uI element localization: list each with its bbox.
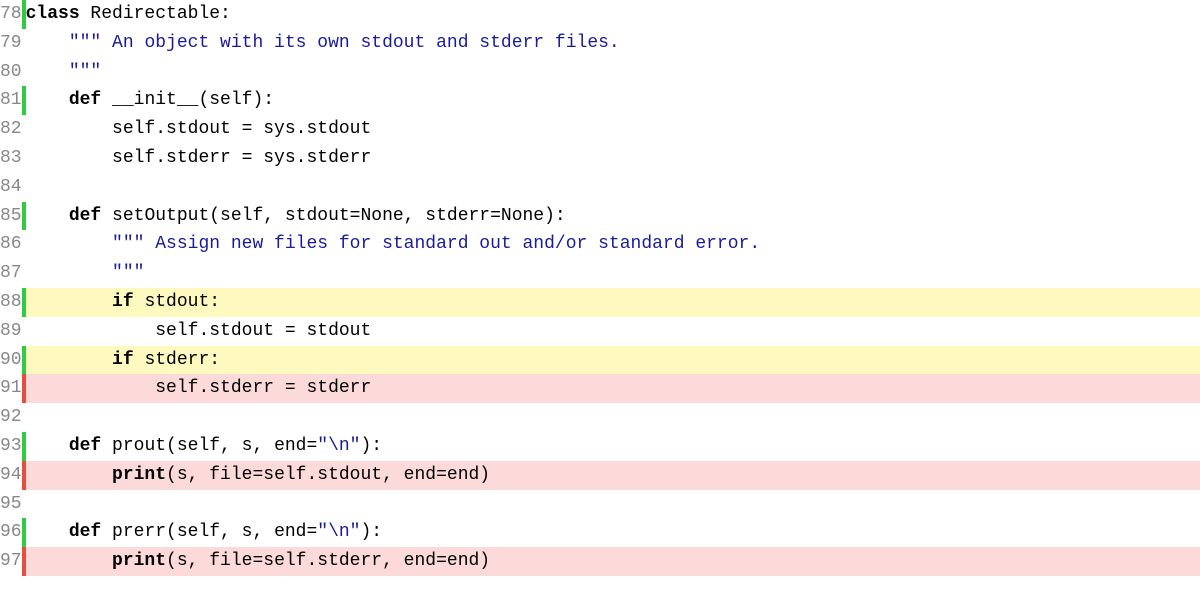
code-content: def prerr(self, s, end="\n"): bbox=[26, 518, 1200, 547]
line-number: 91 bbox=[0, 374, 22, 403]
code-content: class Redirectable: bbox=[26, 0, 1200, 29]
code-content bbox=[26, 490, 1200, 519]
code-content: """ bbox=[26, 259, 1200, 288]
code-line: 80 """ bbox=[0, 58, 1200, 87]
code-line: 91 self.stderr = stderr bbox=[0, 374, 1200, 403]
code-line: 95 bbox=[0, 490, 1200, 519]
code-line: 89 self.stdout = stdout bbox=[0, 317, 1200, 346]
token: def bbox=[69, 90, 101, 110]
code-content bbox=[26, 173, 1200, 202]
code-content: def __init__(self): bbox=[26, 86, 1200, 115]
token: (s, file=self.stdout, end=end) bbox=[166, 465, 490, 485]
code-content bbox=[26, 403, 1200, 432]
code-content: if stdout: bbox=[26, 288, 1200, 317]
token: Redirectable: bbox=[90, 4, 230, 24]
token: stderr: bbox=[134, 350, 220, 370]
line-number: 86 bbox=[0, 230, 22, 259]
token: if bbox=[112, 292, 134, 312]
code-content: self.stderr = stderr bbox=[26, 374, 1200, 403]
token: class bbox=[26, 4, 91, 24]
line-number: 81 bbox=[0, 86, 22, 115]
line-number: 79 bbox=[0, 29, 22, 58]
code-line: 79 """ An object with its own stdout and… bbox=[0, 29, 1200, 58]
code-line: 84 bbox=[0, 173, 1200, 202]
line-number: 84 bbox=[0, 173, 22, 202]
token: print bbox=[112, 465, 166, 485]
token: prerr(self, s, end= bbox=[101, 522, 317, 542]
code-line: 87 """ bbox=[0, 259, 1200, 288]
code-content: self.stdout = stdout bbox=[26, 317, 1200, 346]
token: self.stderr = sys.stderr bbox=[112, 148, 371, 168]
line-number: 87 bbox=[0, 259, 22, 288]
line-number: 88 bbox=[0, 288, 22, 317]
code-line: 90 if stderr: bbox=[0, 346, 1200, 375]
code-line: 81 def __init__(self): bbox=[0, 86, 1200, 115]
line-number: 94 bbox=[0, 461, 22, 490]
line-number: 93 bbox=[0, 432, 22, 461]
line-number: 92 bbox=[0, 403, 22, 432]
token: """ bbox=[112, 263, 144, 283]
code-content: print(s, file=self.stdout, end=end) bbox=[26, 461, 1200, 490]
code-content: print(s, file=self.stderr, end=end) bbox=[26, 547, 1200, 576]
token: ): bbox=[361, 522, 383, 542]
code-line: 97 print(s, file=self.stderr, end=end) bbox=[0, 547, 1200, 576]
token: print bbox=[112, 551, 166, 571]
code-line: 88 if stdout: bbox=[0, 288, 1200, 317]
token: setOutput(self, stdout=None, stderr=None… bbox=[101, 206, 565, 226]
token: stdout: bbox=[134, 292, 220, 312]
line-number: 89 bbox=[0, 317, 22, 346]
token: prout(self, s, end= bbox=[101, 436, 317, 456]
code-line: 83 self.stderr = sys.stderr bbox=[0, 144, 1200, 173]
line-number: 96 bbox=[0, 518, 22, 547]
code-content: """ bbox=[26, 58, 1200, 87]
line-number: 82 bbox=[0, 115, 22, 144]
code-line: 78class Redirectable: bbox=[0, 0, 1200, 29]
code-line: 96 def prerr(self, s, end="\n"): bbox=[0, 518, 1200, 547]
token: """ bbox=[69, 62, 101, 82]
line-number: 83 bbox=[0, 144, 22, 173]
code-line: 86 """ Assign new files for standard out… bbox=[0, 230, 1200, 259]
code-content: def prout(self, s, end="\n"): bbox=[26, 432, 1200, 461]
token: ): bbox=[361, 436, 383, 456]
line-number: 85 bbox=[0, 202, 22, 231]
code-line: 85 def setOutput(self, stdout=None, stde… bbox=[0, 202, 1200, 231]
line-number: 78 bbox=[0, 0, 22, 29]
token: def bbox=[69, 206, 101, 226]
code-content: self.stdout = sys.stdout bbox=[26, 115, 1200, 144]
token: def bbox=[69, 436, 101, 456]
line-number: 97 bbox=[0, 547, 22, 576]
token: (s, file=self.stderr, end=end) bbox=[166, 551, 490, 571]
token: def bbox=[69, 522, 101, 542]
code-content: self.stderr = sys.stderr bbox=[26, 144, 1200, 173]
token: self.stdout = stdout bbox=[155, 321, 371, 341]
token: if bbox=[112, 350, 134, 370]
token: "\n" bbox=[317, 522, 360, 542]
line-number: 80 bbox=[0, 58, 22, 87]
line-number: 90 bbox=[0, 346, 22, 375]
code-line: 94 print(s, file=self.stdout, end=end) bbox=[0, 461, 1200, 490]
code-content: def setOutput(self, stdout=None, stderr=… bbox=[26, 202, 1200, 231]
code-line: 92 bbox=[0, 403, 1200, 432]
token: """ An object with its own stdout and st… bbox=[69, 33, 620, 53]
token: "\n" bbox=[317, 436, 360, 456]
code-line: 82 self.stdout = sys.stdout bbox=[0, 115, 1200, 144]
line-number: 95 bbox=[0, 490, 22, 519]
token: self.stdout = sys.stdout bbox=[112, 119, 371, 139]
code-line: 93 def prout(self, s, end="\n"): bbox=[0, 432, 1200, 461]
token: __init__(self): bbox=[101, 90, 274, 110]
token: """ Assign new files for standard out an… bbox=[112, 234, 760, 254]
token: self.stderr = stderr bbox=[155, 378, 371, 398]
code-content: """ An object with its own stdout and st… bbox=[26, 29, 1200, 58]
code-listing: 78class Redirectable:79 """ An object wi… bbox=[0, 0, 1200, 576]
code-content: """ Assign new files for standard out an… bbox=[26, 230, 1200, 259]
code-content: if stderr: bbox=[26, 346, 1200, 375]
